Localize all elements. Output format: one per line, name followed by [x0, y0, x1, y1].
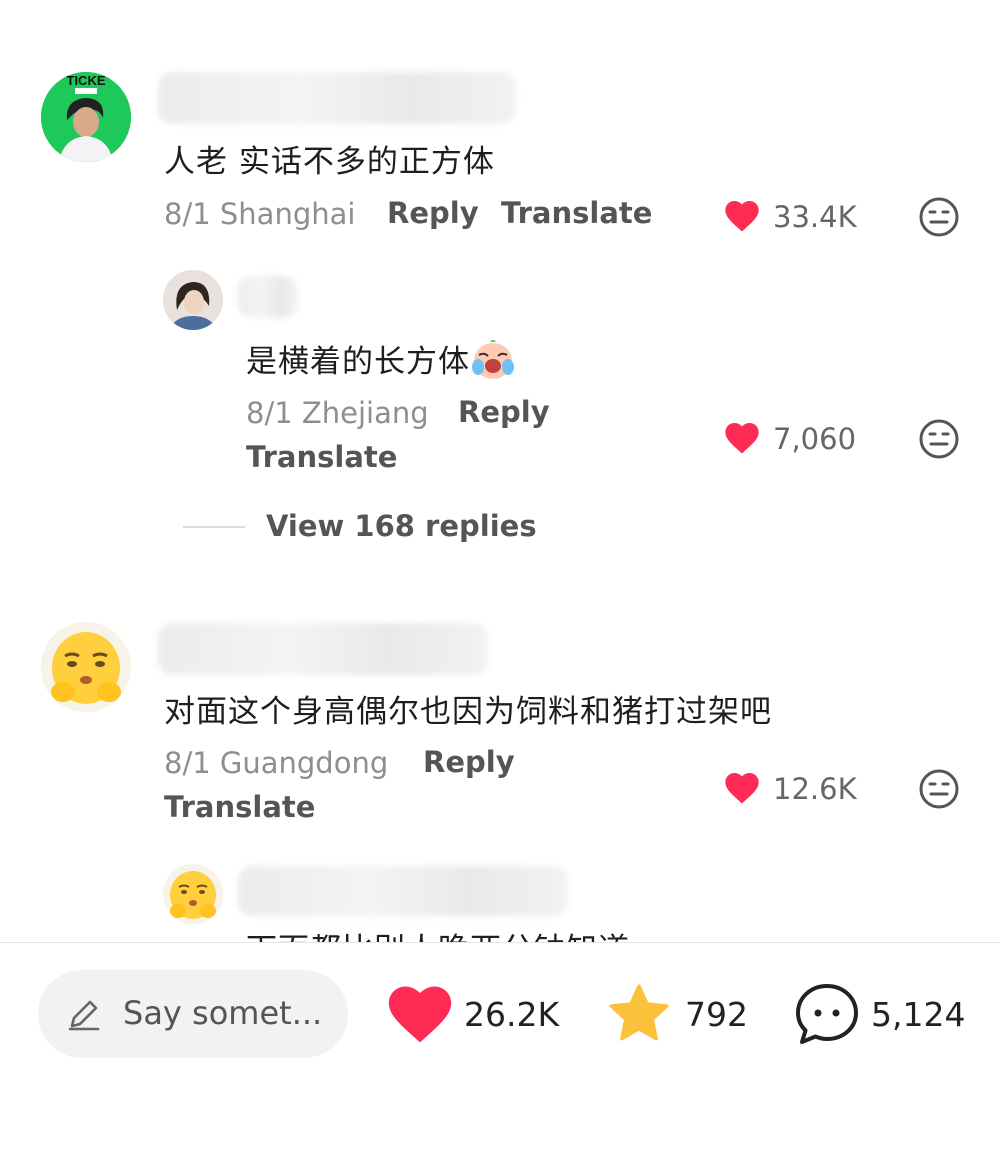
translate-button[interactable]: Translate — [246, 440, 397, 474]
like-count: 33.4K — [773, 200, 857, 234]
reply-location: Zhejiang — [301, 396, 429, 430]
commenter-avatar[interactable]: TICKE — [41, 72, 131, 162]
like-count: 7,060 — [773, 422, 857, 456]
reply-avatar[interactable] — [163, 864, 223, 924]
comment-count: 5,124 — [871, 995, 966, 1034]
reply-button[interactable]: Reply — [423, 745, 515, 779]
comment-location: Shanghai — [219, 197, 356, 231]
comment-input[interactable]: Say somet... — [38, 970, 348, 1058]
favorite-count: 792 — [685, 995, 748, 1034]
heart-icon — [725, 773, 759, 804]
neutral-face-icon — [919, 197, 959, 237]
pencil-icon — [68, 1000, 100, 1031]
reply-button[interactable]: Reply — [387, 196, 479, 230]
star-icon — [609, 984, 669, 1041]
avatar-badge-text: TICKE — [67, 73, 106, 88]
like-button[interactable] — [722, 418, 762, 462]
translate-button[interactable]: Translate — [501, 196, 652, 230]
post-like-count: 26.2K — [464, 995, 560, 1034]
comment-location: Guangdong — [219, 746, 389, 780]
comment-input-placeholder: Say somet... — [123, 994, 323, 1032]
comment-date: 8/1 — [164, 197, 211, 231]
heart-icon — [388, 986, 452, 1043]
reply-button[interactable]: Reply — [458, 395, 550, 429]
reply-name[interactable] — [238, 276, 298, 318]
view-replies-divider — [183, 526, 245, 528]
avatar-portrait-icon: TICKE — [41, 72, 131, 162]
comment-meta: 8/1 Guangdong — [164, 746, 388, 780]
favorite-button[interactable] — [606, 982, 672, 1050]
pleading-face-emoji-icon — [41, 622, 131, 712]
like-count: 12.6K — [773, 772, 857, 806]
comment-text: 人老 实话不多的正方体 — [164, 144, 495, 180]
like-button[interactable] — [722, 768, 762, 812]
reply-avatar[interactable] — [163, 270, 223, 330]
comment-date: 8/1 — [164, 746, 211, 780]
dislike-button[interactable] — [918, 418, 960, 464]
reply-name[interactable] — [238, 866, 568, 916]
like-button[interactable] — [722, 196, 762, 240]
neutral-face-icon — [919, 419, 959, 459]
avatar-portrait-icon — [163, 270, 223, 330]
commenter-avatar[interactable] — [41, 622, 131, 712]
speech-bubble-icon — [796, 984, 858, 1044]
comments-button[interactable] — [794, 982, 860, 1052]
neutral-face-icon — [919, 769, 959, 809]
reply-text: 是横着的长方体 — [246, 336, 516, 382]
dislike-button[interactable] — [918, 196, 960, 242]
dislike-button[interactable] — [918, 768, 960, 814]
reply-text-content: 是横着的长方体 — [246, 344, 470, 380]
reply-date: 8/1 — [246, 396, 293, 430]
post-like-button[interactable] — [386, 982, 454, 1050]
pleading-face-emoji-icon — [163, 864, 223, 924]
heart-icon — [725, 201, 759, 232]
translate-button[interactable]: Translate — [164, 790, 315, 824]
commenter-name[interactable] — [158, 72, 516, 124]
comment-text: 对面这个身高偶尔也因为饲料和猪打过架吧 — [164, 694, 772, 730]
comment-meta: 8/1 Shanghai — [164, 197, 355, 231]
commenter-name[interactable] — [158, 623, 488, 675]
view-replies-button[interactable]: View 168 replies — [266, 509, 537, 543]
crying-face-emoji-icon — [472, 340, 514, 379]
reply-meta: 8/1 Zhejiang — [246, 396, 429, 430]
heart-icon — [725, 423, 759, 454]
